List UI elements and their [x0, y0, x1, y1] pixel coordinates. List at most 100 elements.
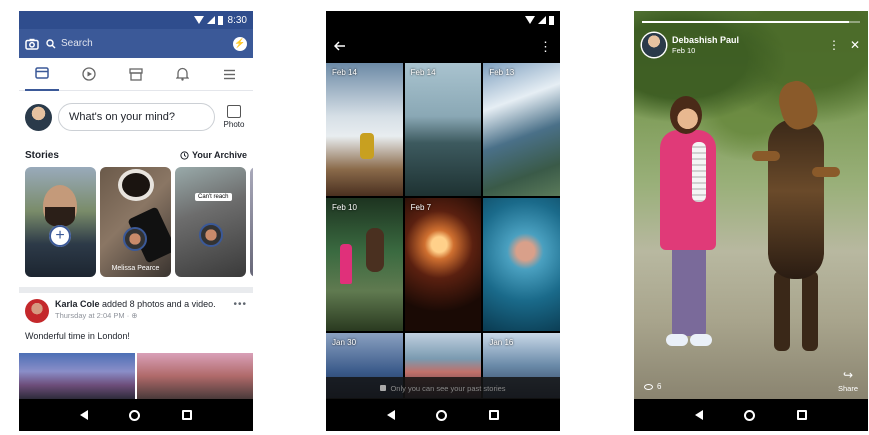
- share-icon: ↪: [842, 368, 854, 382]
- privacy-note: Only you can see your past stories: [326, 377, 560, 399]
- recents-icon[interactable]: [797, 410, 808, 420]
- status-bar: [326, 11, 560, 29]
- archive-grid: Feb 14 Feb 14 Feb 13 Feb 10 Feb 7 Jan 30…: [326, 63, 560, 398]
- story-card-add[interactable]: +: [25, 167, 96, 277]
- story-card[interactable]: Melissa Pearce: [100, 167, 171, 277]
- story-card[interactable]: [250, 167, 253, 277]
- recents-icon[interactable]: [489, 410, 500, 420]
- avatar[interactable]: [25, 299, 49, 323]
- post-photo[interactable]: [19, 353, 135, 399]
- archive-tile[interactable]: Feb 10: [326, 198, 403, 331]
- photo-button[interactable]: Photo: [221, 105, 247, 129]
- back-arrow-icon[interactable]: [333, 38, 346, 55]
- story-date: Feb 10: [672, 45, 696, 55]
- tile-date: Feb 14: [410, 68, 436, 77]
- more-options-icon[interactable]: ⋮: [828, 38, 840, 52]
- tile-date: Feb 10: [332, 203, 357, 212]
- search-icon: [46, 38, 56, 49]
- archive-header: ⋮: [326, 29, 560, 63]
- avatar[interactable]: [25, 103, 52, 131]
- tab-bar: [19, 58, 253, 91]
- clock-icon: [180, 150, 189, 160]
- story-card[interactable]: Can't reach: [175, 167, 246, 277]
- tab-news-feed[interactable]: [25, 58, 60, 91]
- phone-story-viewer: Debashish Paul Feb 10 ⋮ ✕ 6 ↪ Share: [634, 11, 868, 431]
- add-story-icon[interactable]: +: [49, 225, 71, 247]
- android-nav-bar: [19, 399, 253, 431]
- your-archive-link[interactable]: Your Archive: [180, 150, 247, 160]
- facebook-header: Search ⚡: [19, 29, 253, 58]
- story-name: Melissa Pearce: [111, 265, 160, 273]
- tile-date: Feb 13: [489, 68, 515, 77]
- status-bar: 8:30: [19, 11, 253, 29]
- wifi-icon: [193, 16, 204, 24]
- post-caption: Wonderful time in London!: [25, 331, 130, 341]
- composer-placeholder: What's on your mind?: [69, 111, 176, 123]
- story-sticker: Can't reach: [195, 193, 232, 201]
- view-count[interactable]: 6: [644, 382, 661, 391]
- tab-menu[interactable]: [213, 58, 247, 91]
- archive-tile[interactable]: Feb 14: [326, 63, 403, 196]
- messenger-icon[interactable]: ⚡: [233, 36, 247, 51]
- more-options-icon[interactable]: •••: [233, 299, 247, 310]
- signal-icon: [538, 16, 546, 24]
- home-icon[interactable]: [744, 409, 756, 421]
- battery-icon: [217, 15, 223, 25]
- recents-icon[interactable]: [182, 410, 193, 420]
- avatar[interactable]: [642, 33, 666, 57]
- tab-video[interactable]: [72, 58, 106, 91]
- status-composer: What's on your mind? Photo: [19, 91, 253, 143]
- story-subject-girl: [652, 96, 722, 366]
- post-photos[interactable]: [19, 353, 253, 399]
- more-options-icon[interactable]: ⋮: [539, 40, 552, 53]
- signal-icon: [206, 16, 215, 24]
- camera-icon[interactable]: [25, 38, 39, 50]
- story-subject-dog: [752, 77, 842, 381]
- story-avatar: [123, 227, 147, 251]
- post-photo[interactable]: [137, 353, 253, 399]
- wifi-icon: [525, 16, 535, 24]
- archive-tile[interactable]: Feb 7: [404, 198, 482, 331]
- story-author[interactable]: Debashish Paul: [672, 35, 739, 46]
- story-photo[interactable]: [634, 11, 868, 399]
- tab-notifications[interactable]: [166, 58, 200, 91]
- stories-header: Stories Your Archive: [19, 143, 253, 167]
- close-icon[interactable]: ✕: [850, 38, 860, 52]
- phone-news-feed: 8:30 Search ⚡ What's on your mind? Photo…: [19, 11, 253, 431]
- post-author[interactable]: Karla Cole: [55, 299, 100, 309]
- search-placeholder: Search: [61, 38, 93, 49]
- share-label: Share: [837, 384, 858, 393]
- archive-tile[interactable]: Feb 14: [404, 63, 482, 196]
- story-header: Debashish Paul Feb 10 ⋮ ✕: [642, 33, 860, 57]
- post-timestamp[interactable]: Thursday at 2:04 PM: [55, 311, 125, 320]
- tile-date: Feb 14: [332, 68, 357, 77]
- search-field[interactable]: Search: [46, 34, 226, 54]
- archive-tile[interactable]: Feb 13: [483, 63, 560, 196]
- home-icon[interactable]: [436, 409, 448, 421]
- story-progress-bar: [642, 21, 860, 23]
- stories-row: + Melissa Pearce Can't reach: [19, 167, 253, 287]
- view-count-value: 6: [657, 382, 662, 391]
- back-icon[interactable]: [694, 410, 703, 420]
- android-nav-bar: [634, 399, 868, 431]
- privacy-text: Only you can see your past stories: [390, 383, 506, 393]
- archive-tile[interactable]: [483, 198, 560, 331]
- post-action: added 8 photos and a video.: [102, 299, 216, 309]
- eye-icon: [644, 383, 653, 390]
- tab-marketplace[interactable]: [119, 58, 153, 91]
- share-button[interactable]: ↪ Share: [838, 368, 858, 393]
- phone-story-archive: ⋮ Feb 14 Feb 14 Feb 13 Feb 10 Feb 7 Jan …: [326, 11, 560, 431]
- status-time: 8:30: [227, 14, 247, 26]
- tile-date: Jan 30: [332, 338, 357, 347]
- tile-date: Jan 16: [489, 338, 514, 347]
- photo-icon: [227, 105, 241, 118]
- globe-icon: · ⊕: [126, 310, 138, 320]
- battery-icon: [549, 15, 554, 25]
- stories-title: Stories: [25, 149, 59, 161]
- story-avatar: [199, 223, 223, 247]
- back-icon[interactable]: [386, 410, 395, 420]
- home-icon[interactable]: [129, 409, 141, 421]
- lock-icon: [380, 385, 387, 391]
- back-icon[interactable]: [79, 410, 88, 420]
- whats-on-your-mind-input[interactable]: What's on your mind?: [58, 103, 215, 131]
